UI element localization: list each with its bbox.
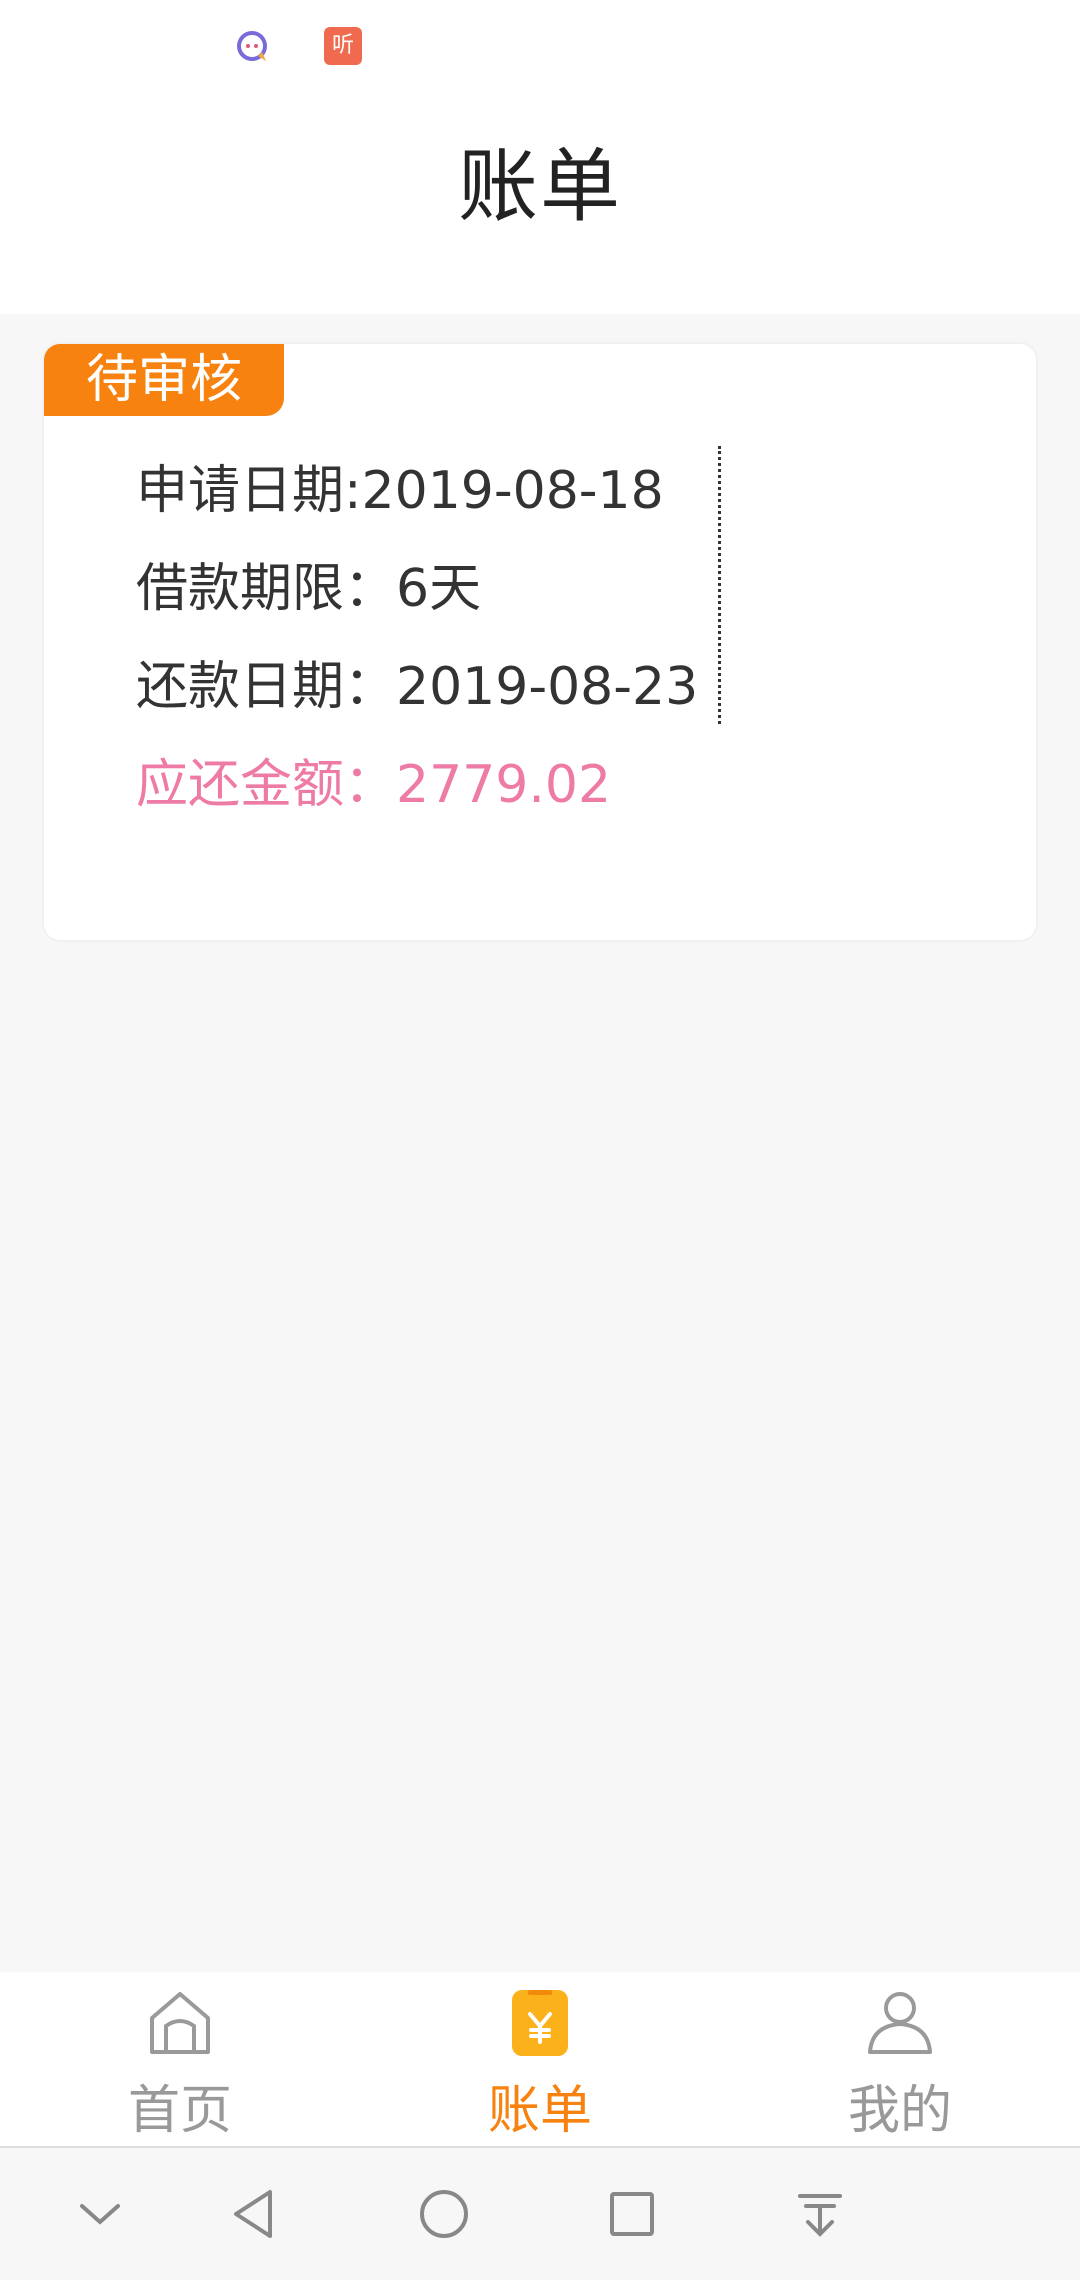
dotted-divider bbox=[718, 446, 721, 724]
notification-pull-icon[interactable] bbox=[784, 2178, 856, 2250]
page-title: 账单 bbox=[458, 140, 622, 233]
listen-app-icon: 听 bbox=[324, 27, 362, 65]
apply-date: 申请日期:2019-08-18 bbox=[136, 461, 664, 521]
tab-bill-label: 账单 bbox=[487, 2081, 592, 2141]
tab-mine[interactable]: 我的 bbox=[720, 1972, 1080, 2146]
tab-bill[interactable]: 账单 bbox=[360, 1972, 720, 2146]
tab-home-label: 首页 bbox=[127, 2081, 232, 2141]
bottom-tab-bar: 首页 账单 我的 bbox=[0, 1972, 1080, 2148]
bill-card[interactable]: 待审核 申请日期:2019-08-18 借款期限：6天 还款日期：2019-08… bbox=[44, 344, 1036, 940]
tab-home[interactable]: 首页 bbox=[0, 1972, 360, 2146]
home-circle-icon[interactable] bbox=[408, 2178, 480, 2250]
status-badge: 待审核 bbox=[44, 344, 284, 416]
listen-glyph: 听 bbox=[331, 33, 354, 58]
recents-icon[interactable] bbox=[596, 2178, 668, 2250]
header: 账单 bbox=[0, 90, 1080, 314]
tab-mine-label: 我的 bbox=[847, 2081, 952, 2141]
back-icon[interactable] bbox=[220, 2178, 292, 2250]
amount-due: 应还金额：2779.02 bbox=[136, 755, 612, 815]
collapse-icon[interactable] bbox=[64, 2178, 136, 2250]
bill-icon bbox=[512, 1990, 568, 2056]
user-icon bbox=[868, 1992, 932, 2054]
loan-term: 借款期限：6天 bbox=[136, 559, 482, 619]
chat-bubble-icon bbox=[237, 31, 267, 61]
repay-date: 还款日期：2019-08-23 bbox=[136, 657, 699, 717]
status-bar: 听 bbox=[0, 0, 1080, 90]
home-icon bbox=[150, 1992, 210, 2054]
system-nav-bar bbox=[0, 2148, 1080, 2280]
